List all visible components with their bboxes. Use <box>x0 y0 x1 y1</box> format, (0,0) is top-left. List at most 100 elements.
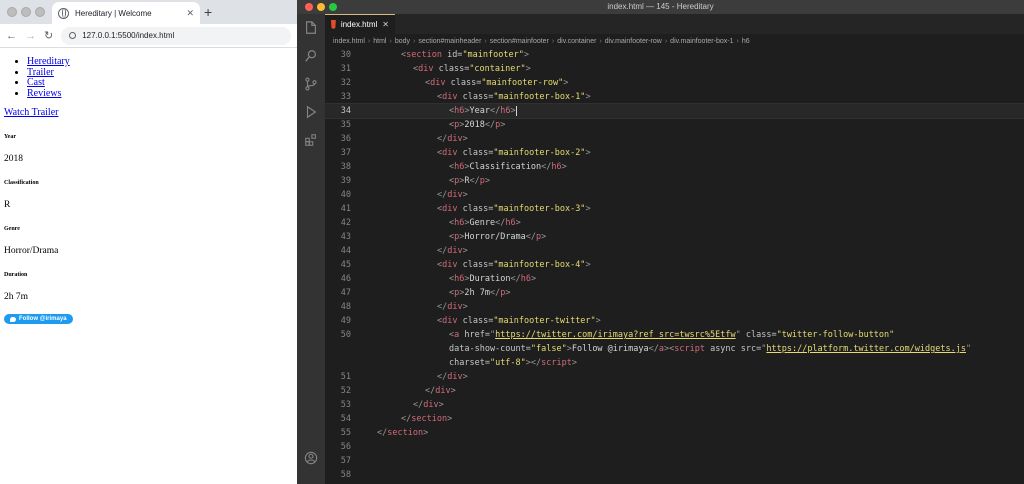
code-line[interactable]: 53 </div> <box>325 398 1024 412</box>
code-token: section <box>411 414 448 424</box>
code-line[interactable]: 57 <box>325 454 1024 468</box>
code-text: </section> <box>355 412 452 426</box>
editor-tab-index-html[interactable]: index.html ✕ <box>325 14 395 34</box>
minimize-window-icon[interactable] <box>21 7 31 17</box>
code-line[interactable]: 48 </div> <box>325 300 1024 314</box>
code-token: div <box>442 92 458 102</box>
code-line[interactable]: 45 <div class="mainfooter-box-4"> <box>325 258 1024 272</box>
code-token: > <box>595 316 601 326</box>
twitter-follow-label: Follow @irimaya <box>19 316 67 322</box>
zoom-window-icon[interactable] <box>35 7 45 17</box>
line-number: 53 <box>340 400 351 410</box>
code-line[interactable]: 42 <h6>Genre</h6> <box>325 216 1024 230</box>
fact-value-year: 2018 <box>4 154 23 164</box>
account-icon[interactable] <box>297 444 325 472</box>
breadcrumb-item[interactable]: div.mainfooter-box-1 <box>670 38 733 45</box>
back-arrow-icon[interactable]: ← <box>6 30 17 42</box>
source-control-icon[interactable] <box>297 70 325 98</box>
code-line[interactable]: 56 <box>325 440 1024 454</box>
code-line[interactable]: 39 <p>R</p> <box>325 174 1024 188</box>
browser-tab[interactable]: Hereditary | Welcome ✕ <box>52 2 200 24</box>
code-token: </ <box>401 414 412 424</box>
code-line[interactable]: data-show-count="false">Follow @irimaya<… <box>325 342 1024 356</box>
code-token: async src= <box>704 344 762 354</box>
code-line[interactable]: charset="utf-8"></script> <box>325 356 1024 370</box>
code-line[interactable]: 37 <div class="mainfooter-box-2"> <box>325 146 1024 160</box>
extensions-icon[interactable] <box>297 126 325 154</box>
nav-link-reviews[interactable]: Reviews <box>27 88 61 99</box>
code-token: </ <box>437 134 448 144</box>
fact-label-classification: Classification <box>4 180 39 186</box>
code-token: >< <box>663 344 675 354</box>
code-line[interactable]: 34 <h6>Year</h6> <box>324 103 1024 119</box>
site-info-icon[interactable] <box>69 32 77 39</box>
breadcrumb-item[interactable]: section#mainheader <box>418 38 481 45</box>
run-debug-icon[interactable] <box>297 98 325 126</box>
nav-link-hereditary[interactable]: Hereditary <box>27 56 70 67</box>
code-line[interactable]: 35 <p>2018</p> <box>325 118 1024 132</box>
close-tab-icon[interactable]: ✕ <box>186 8 194 19</box>
search-icon[interactable] <box>297 42 325 70</box>
breadcrumb-item[interactable]: h6 <box>742 38 750 45</box>
line-number: 45 <box>340 260 351 270</box>
forward-arrow-icon[interactable]: → <box>25 30 36 42</box>
code-token: div <box>447 190 463 200</box>
code-line[interactable]: 32 <div class="mainfooter-row"> <box>325 76 1024 90</box>
explorer-icon[interactable] <box>297 14 325 42</box>
watch-trailer-link[interactable]: Watch Trailer <box>4 107 293 118</box>
line-number <box>325 356 355 370</box>
code-text: <p>2018</p> <box>355 118 505 132</box>
breadcrumb-item[interactable]: index.html <box>333 38 365 45</box>
twitter-follow-button[interactable]: Follow @irimaya <box>4 314 73 324</box>
nav-link-trailer[interactable]: Trailer <box>27 67 54 78</box>
code-line[interactable]: 30 <section id="mainfooter"> <box>325 48 1024 62</box>
code-token: > <box>438 400 444 410</box>
code-line[interactable]: 46 <h6>Duration</h6> <box>325 272 1024 286</box>
code-token: div <box>430 78 446 88</box>
code-line[interactable]: 33 <div class="mainfooter-box-1"> <box>325 90 1024 104</box>
code-line[interactable]: 38 <h6>Classification</h6> <box>325 160 1024 174</box>
code-line[interactable]: 31 <div class="container"> <box>325 62 1024 76</box>
new-tab-icon[interactable]: + <box>204 4 212 20</box>
line-number: 30 <box>340 50 351 60</box>
code-line[interactable]: 36 </div> <box>325 132 1024 146</box>
page-content: Hereditary Trailer Cast Reviews Watch Tr… <box>0 48 297 331</box>
code-token: https://twitter.com/irimaya?ref_src=twsr… <box>495 330 736 340</box>
breadcrumb-item[interactable]: div.mainfooter-row <box>605 38 662 45</box>
code-line[interactable]: 44 </div> <box>325 244 1024 258</box>
code-line[interactable]: 47 <p>2h 7m</p> <box>325 286 1024 300</box>
code-token: "mainfooter-box-4" <box>493 260 586 270</box>
browser-toolbar: ← → ↻ 127.0.0.1:5500/index.html <box>0 24 297 48</box>
line-number: 41 <box>340 204 351 214</box>
close-tab-icon[interactable]: ✕ <box>382 20 389 29</box>
code-line[interactable]: 43 <p>Horror/Drama</p> <box>325 230 1024 244</box>
close-window-icon[interactable] <box>7 7 17 17</box>
code-line[interactable]: 54 </section> <box>325 412 1024 426</box>
line-number: 34 <box>340 106 351 116</box>
nav-item: Reviews <box>27 88 293 100</box>
code-line[interactable]: 52 </div> <box>325 384 1024 398</box>
code-text: <div class="mainfooter-box-2"> <box>355 146 591 160</box>
code-token: </ <box>484 120 496 130</box>
code-line[interactable]: 50 <a href="https://twitter.com/irimaya?r… <box>325 328 1024 342</box>
code-line[interactable]: 49 <div class="mainfooter-twitter"> <box>325 314 1024 328</box>
reload-icon[interactable]: ↻ <box>44 29 53 42</box>
breadcrumb-separator: › <box>389 37 392 45</box>
line-number: 54 <box>340 414 351 424</box>
breadcrumb-item[interactable]: body <box>395 38 410 45</box>
breadcrumb-item[interactable]: section#mainfooter <box>490 38 549 45</box>
code-line[interactable]: 41 <div class="mainfooter-box-3"> <box>325 202 1024 216</box>
code-line[interactable]: 40 </div> <box>325 188 1024 202</box>
address-bar[interactable]: 127.0.0.1:5500/index.html <box>61 26 291 45</box>
code-line[interactable]: 58 <box>325 468 1024 482</box>
code-line[interactable]: 55 </section> <box>325 426 1024 440</box>
code-token: Classification <box>469 162 542 172</box>
code-editor[interactable]: 30 <section id="mainfooter"> 31 <div class=… <box>324 48 1024 484</box>
nav-link-cast[interactable]: Cast <box>27 77 45 88</box>
code-text: <h6>Year</h6> <box>355 104 517 118</box>
code-line[interactable]: 51 </div> <box>325 370 1024 384</box>
breadcrumb-item[interactable]: div.container <box>557 38 596 45</box>
code-token: </ <box>648 344 659 354</box>
breadcrumb-item[interactable]: html <box>373 38 386 45</box>
